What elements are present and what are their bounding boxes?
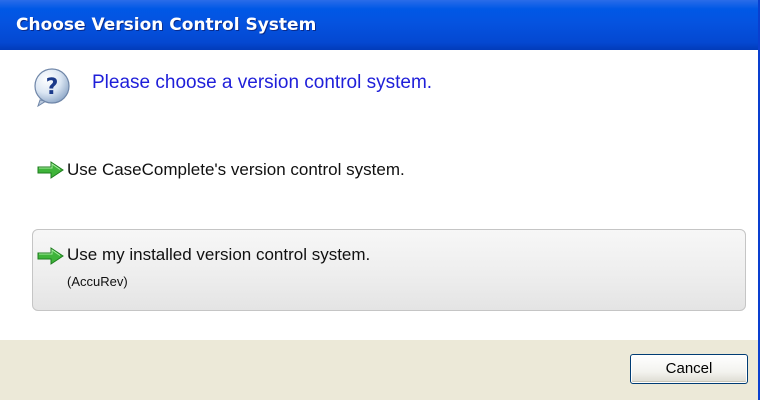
question-icon: ? [34,68,70,107]
header-message: Please choose a version control system. [92,72,433,93]
option-sublabel: (AccuRev) [67,274,128,289]
option-use-casecomplete-vcs[interactable]: Use CaseComplete's version control syste… [32,148,746,192]
dialog-window: Choose Version Control System ? Please c… [0,0,760,400]
green-arrow-icon [37,247,64,265]
option-use-installed-vcs[interactable]: Use my installed version control system.… [32,229,746,311]
green-arrow-icon [37,161,64,179]
title-bar[interactable]: Choose Version Control System [0,0,758,50]
option-label: Use CaseComplete's version control syste… [67,160,405,179]
option-label: Use my installed version control system. [67,245,371,264]
cancel-button[interactable]: Cancel [630,354,748,384]
svg-text:?: ? [46,75,59,100]
window-title: Choose Version Control System [16,15,317,35]
